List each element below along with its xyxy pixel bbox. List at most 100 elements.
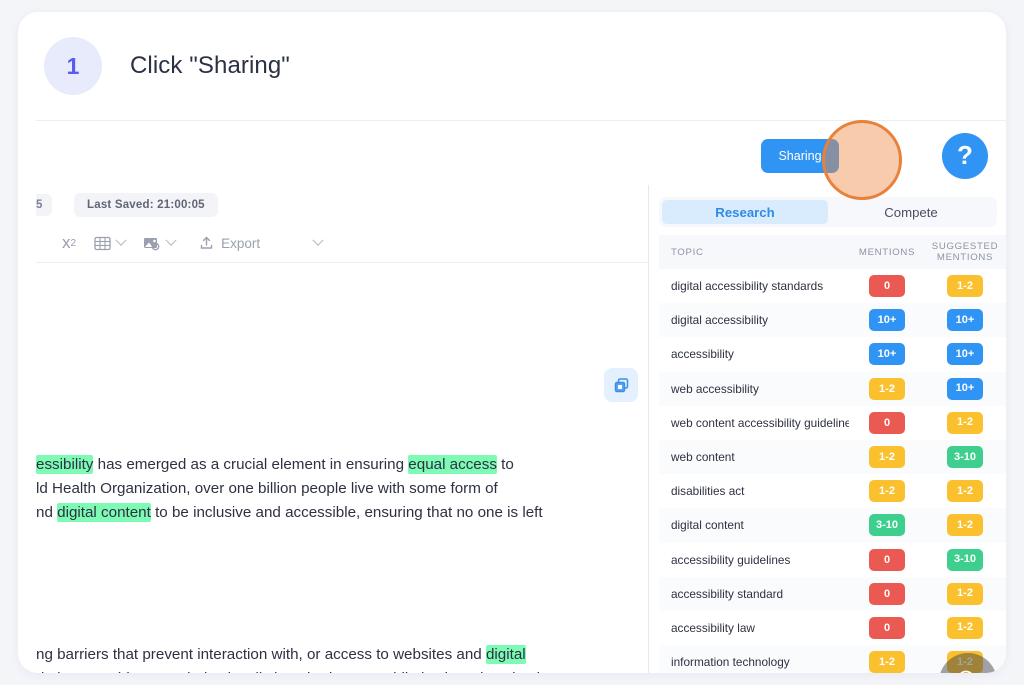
table-row[interactable]: digital accessibility 10+ 10+ xyxy=(659,303,1006,338)
row-suggested-mentions-cell: 1-2 xyxy=(925,582,1005,605)
document-paragraph-2: ng barriers that prevent interaction wit… xyxy=(36,643,636,673)
step-title: Click "Sharing" xyxy=(130,52,290,79)
document-editor-pane: 5 Last Saved: 21:00:05 x2 Export essibil… xyxy=(36,185,648,673)
table-row[interactable]: accessibility standard 0 1-2 xyxy=(659,576,1006,611)
mentions-badge: 10+ xyxy=(869,309,905,332)
suggested-mentions-badge: 1-2 xyxy=(947,514,983,537)
guide-step-card: 1 Click "Sharing" Sharing ? 5 Last Saved… xyxy=(18,12,1006,673)
table-row[interactable]: accessibility 10+ 10+ xyxy=(659,337,1006,371)
truncated-left-badge: 5 xyxy=(36,193,52,216)
suggested-mentions-badge: 3-10 xyxy=(947,548,983,571)
mentions-badge: 0 xyxy=(869,411,905,434)
export-label: Export xyxy=(221,235,261,251)
row-mentions-cell: 0 xyxy=(849,582,925,605)
row-mentions-cell: 0 xyxy=(849,616,925,639)
document-text: to be inclusive and accessible, ensuring… xyxy=(150,504,543,521)
superscript-exponent: 2 xyxy=(70,237,77,249)
suggested-mentions-badge: 1-2 xyxy=(947,411,983,434)
document-body[interactable]: essibility has emerged as a crucial elem… xyxy=(36,262,648,673)
document-line: riptions on videos can help visually imp… xyxy=(36,667,636,673)
row-topic: accessibility standard xyxy=(671,586,784,601)
suggested-mentions-badge: 1-2 xyxy=(947,582,983,605)
row-topic: digital content xyxy=(671,518,744,533)
app-screenshot-region: Sharing ? 5 Last Saved: 21:00:05 x2 Expo… xyxy=(36,120,1006,673)
superscript-glyph: x xyxy=(62,233,71,252)
row-mentions-cell: 0 xyxy=(849,411,925,434)
mentions-badge: 1-2 xyxy=(869,446,905,469)
zoom-in-icon[interactable] xyxy=(955,668,981,673)
mentions-badge: 1-2 xyxy=(869,651,905,673)
export-button[interactable]: Export xyxy=(195,230,264,256)
document-text: ld Health Organization, over one billion… xyxy=(36,480,498,497)
help-button[interactable]: ? xyxy=(942,133,988,179)
tab-compete[interactable]: Compete xyxy=(828,200,994,224)
row-mentions-cell: 0 xyxy=(849,548,925,571)
row-suggested-mentions-cell: 1-2 xyxy=(925,275,1005,298)
mentions-badge: 0 xyxy=(869,548,905,571)
column-header-mentions: MENTIONS xyxy=(858,246,916,258)
sharing-button[interactable]: Sharing xyxy=(761,139,839,173)
image-glyph xyxy=(144,237,160,250)
image-icon[interactable] xyxy=(139,230,179,256)
mentions-badge: 0 xyxy=(869,275,905,298)
mentions-badge: 10+ xyxy=(869,343,905,366)
chevron-down-icon[interactable] xyxy=(165,234,177,246)
row-mentions-cell: 10+ xyxy=(849,343,925,366)
upload-icon xyxy=(200,236,213,249)
chevron-down-icon[interactable] xyxy=(115,234,127,246)
highlighted-term: digital content xyxy=(57,503,151,522)
table-row[interactable]: accessibility guidelines 0 3-10 xyxy=(659,543,1006,577)
copy-button[interactable] xyxy=(604,368,638,402)
mentions-badge: 0 xyxy=(869,616,905,639)
document-text: to xyxy=(496,456,514,473)
row-topic: accessibility guidelines xyxy=(671,552,791,567)
table-row[interactable]: disabilities act 1-2 1-2 xyxy=(659,474,1006,508)
row-suggested-mentions-cell: 3-10 xyxy=(925,548,1005,571)
table-row[interactable]: web content 1-2 3-10 xyxy=(659,439,1006,475)
tab-research[interactable]: Research xyxy=(662,200,828,224)
highlighted-term: equal access xyxy=(408,455,497,474)
row-suggested-mentions-cell: 3-10 xyxy=(925,446,1005,469)
document-paragraph-1: essibility has emerged as a crucial elem… xyxy=(36,453,636,525)
suggested-mentions-badge: 10+ xyxy=(947,377,983,400)
table-glyph xyxy=(94,236,111,250)
document-text: nd xyxy=(36,504,58,521)
document-line: ld Health Organization, over one billion… xyxy=(36,477,636,501)
suggested-mentions-badge: 1-2 xyxy=(947,480,983,503)
document-text: has emerged as a crucial element in ensu… xyxy=(93,456,409,473)
editor-status-row: 5 Last Saved: 21:00:05 xyxy=(36,185,648,224)
row-topic: web content xyxy=(671,450,735,465)
suggested-mentions-badge: 3-10 xyxy=(947,446,983,469)
mentions-badge: 1-2 xyxy=(869,377,905,400)
table-icon[interactable] xyxy=(90,230,129,256)
row-topic: web content accessibility guideline xyxy=(671,415,849,430)
table-row[interactable]: digital accessibility standards 0 1-2 xyxy=(659,269,1006,303)
row-topic: disabilities act xyxy=(671,484,745,499)
chevron-down-icon[interactable] xyxy=(312,234,324,246)
highlighted-term: digital xyxy=(485,645,526,664)
table-row[interactable]: web accessibility 1-2 10+ xyxy=(659,371,1006,406)
table-row[interactable]: digital content 3-10 1-2 xyxy=(659,508,1006,543)
suggested-mentions-badge: 1-2 xyxy=(947,275,983,298)
row-mentions-cell: 3-10 xyxy=(849,514,925,537)
row-topic: accessibility law xyxy=(671,620,755,635)
row-suggested-mentions-cell: 1-2 xyxy=(925,411,1005,434)
toolbar-overflow-button[interactable] xyxy=(304,230,326,256)
row-suggested-mentions-cell: 10+ xyxy=(925,343,1005,366)
copy-icon xyxy=(614,377,628,392)
research-panel: Research Compete TOPIC MENTIONS SUGGESTE… xyxy=(648,185,1006,673)
panel-tab-group: Research Compete xyxy=(659,197,997,227)
row-suggested-mentions-cell: 1-2 xyxy=(925,616,1005,639)
table-row[interactable]: web content accessibility guideline 0 1-2 xyxy=(659,406,1006,440)
row-suggested-mentions-cell: 10+ xyxy=(925,377,1005,400)
mentions-badge: 0 xyxy=(869,582,905,605)
document-text: ng barriers that prevent interaction wit… xyxy=(36,646,486,663)
row-topic: digital accessibility standards xyxy=(671,279,824,294)
table-row[interactable]: accessibility law 0 1-2 xyxy=(659,611,1006,645)
mentions-badge: 1-2 xyxy=(869,480,905,503)
row-mentions-cell: 1-2 xyxy=(849,446,925,469)
row-mentions-cell: 1-2 xyxy=(849,377,925,400)
superscript-icon[interactable]: x2 xyxy=(58,230,80,256)
suggested-mentions-badge: 1-2 xyxy=(947,616,983,639)
topics-table-body[interactable]: digital accessibility standards 0 1-2 digit… xyxy=(659,269,1006,673)
